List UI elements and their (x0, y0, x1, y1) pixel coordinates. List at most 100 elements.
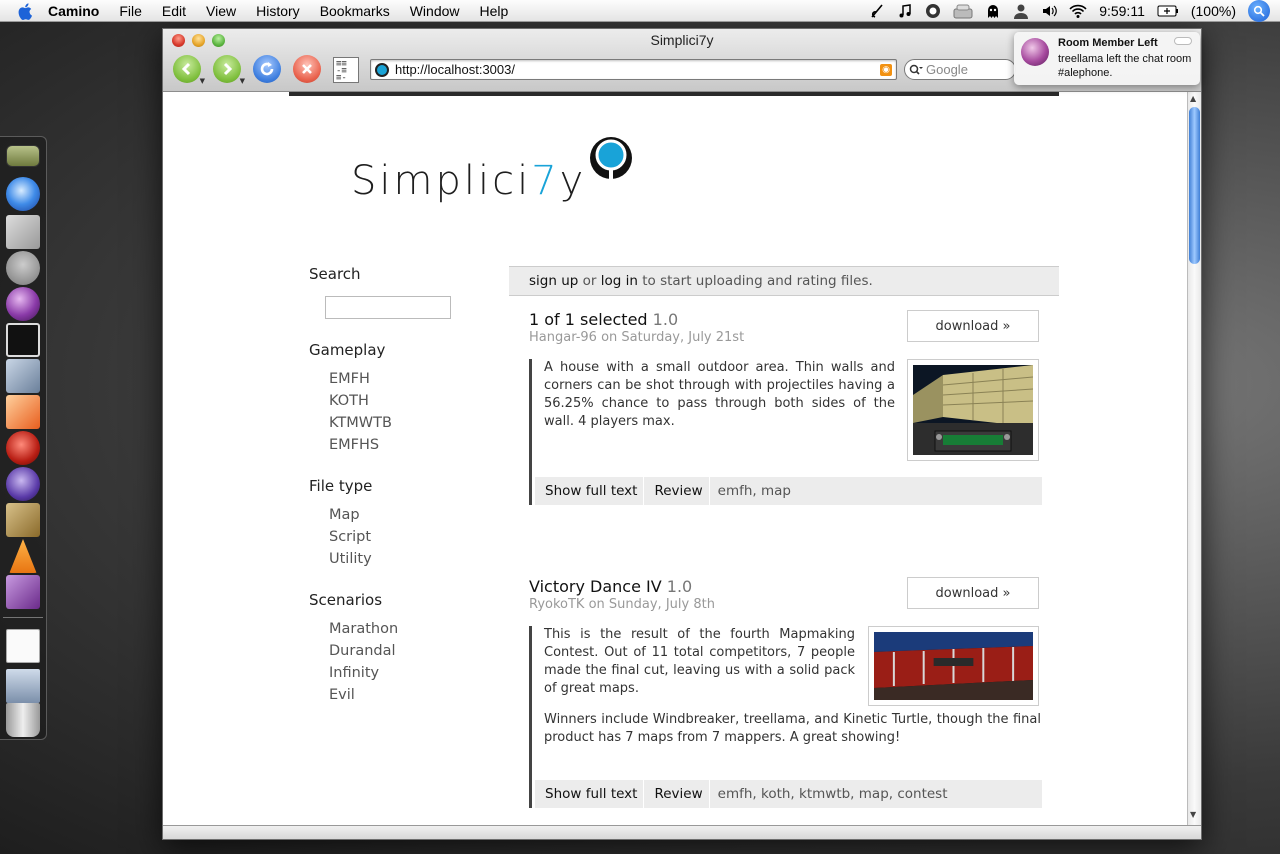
rss-icon[interactable]: ◉ (880, 63, 892, 76)
entry-title-text[interactable]: Victory Dance IV (529, 577, 662, 596)
dropdown-triangle-icon[interactable]: ▼ (240, 77, 245, 85)
url-field[interactable]: http://localhost:3003/ ◉ (370, 59, 897, 80)
drive-icon[interactable] (947, 0, 979, 22)
site-search-input[interactable] (325, 296, 451, 319)
entry-title[interactable]: 1 of 1 selected 1.0 (529, 310, 678, 329)
clock[interactable]: 9:59:11 (1093, 0, 1151, 22)
menu-file[interactable]: File (109, 0, 152, 22)
site-logo[interactable]: Simplici7y (351, 158, 586, 204)
sidebar-item-durandal[interactable]: Durandal (329, 643, 396, 659)
vertical-scrollbar[interactable]: ▲ ▼ (1187, 92, 1201, 825)
entry-title-text[interactable]: 1 of 1 selected (529, 310, 648, 329)
installer-icon[interactable] (6, 215, 40, 249)
menu-help[interactable]: Help (470, 0, 519, 22)
signup-bar: sign up or log in to start uploading and… (509, 266, 1059, 296)
site-favicon-icon (375, 62, 389, 77)
page-content: Simplici7y Search Gameplay EMFH KOTH KTM… (163, 92, 1187, 825)
scroll-down-arrow-icon[interactable]: ▼ (1190, 810, 1196, 819)
scenarios-heading: Scenarios (309, 591, 383, 609)
sidebar-item-infinity[interactable]: Infinity (329, 665, 379, 681)
pages-icon[interactable] (6, 395, 40, 429)
battery-percent[interactable]: (100%) (1185, 0, 1242, 22)
sidebar-item-ktmwtb[interactable]: KTMWTB (329, 415, 392, 431)
menu-window[interactable]: Window (400, 0, 470, 22)
url-text[interactable]: http://localhost:3003/ (395, 62, 880, 77)
scrollbar-thumb[interactable] (1189, 107, 1200, 264)
review-button[interactable]: Review (644, 780, 710, 808)
sidebar-item-script[interactable]: Script (329, 529, 371, 545)
sidebar-item-koth[interactable]: KOTH (329, 393, 369, 409)
osx-icon[interactable] (6, 323, 40, 357)
menu-bar: Camino File Edit View History Bookmarks … (0, 0, 1280, 22)
search-placeholder: Google (926, 62, 968, 77)
search-field[interactable]: Google (904, 59, 1016, 80)
sidebar-item-evil[interactable]: Evil (329, 687, 355, 703)
reload-icon (260, 62, 274, 76)
notification-body: treellama left the chat room #alephone. (1058, 53, 1192, 79)
menu-edit[interactable]: Edit (152, 0, 196, 22)
scroll-up-arrow-icon[interactable]: ▲ (1190, 94, 1196, 103)
entry-thumbnail[interactable] (907, 359, 1039, 461)
menu-history[interactable]: History (246, 0, 310, 22)
logo-text-seven: 7 (531, 158, 560, 204)
app-menu[interactable]: Camino (36, 0, 109, 22)
vlc-icon[interactable] (9, 539, 37, 573)
ruby-icon[interactable] (6, 431, 40, 465)
back-button[interactable]: ▼ (173, 55, 205, 85)
preview-icon[interactable] (6, 359, 40, 393)
login-link[interactable]: log in (601, 273, 638, 289)
dropdown-triangle-icon[interactable]: ▼ (200, 77, 205, 85)
menu-bookmarks[interactable]: Bookmarks (310, 0, 400, 22)
terminal-icon[interactable] (6, 145, 40, 167)
entry-thumbnail[interactable] (868, 626, 1039, 706)
signup-link[interactable]: sign up (529, 273, 578, 289)
volume-icon[interactable] (1035, 0, 1063, 22)
adium-icon[interactable] (6, 287, 40, 321)
download-button[interactable]: download » (907, 310, 1039, 342)
book-icon[interactable] (6, 503, 40, 537)
page-top-border (289, 92, 1059, 96)
ghost-icon[interactable] (979, 0, 1007, 22)
battery-icon[interactable] (1151, 0, 1185, 22)
music-note-icon[interactable] (891, 0, 919, 22)
textmate-icon[interactable] (6, 467, 40, 501)
view-source-icon[interactable]: ≡≡ -≡ ≡- (333, 57, 359, 83)
review-button[interactable]: Review (644, 477, 710, 505)
wifi-icon[interactable] (1063, 0, 1093, 22)
sidebar-item-map[interactable]: Map (329, 507, 360, 523)
show-full-text-button[interactable]: Show full text (535, 780, 645, 808)
reload-button[interactable] (253, 55, 281, 83)
arrow-left-icon (181, 62, 191, 76)
quicksilver-icon[interactable] (919, 0, 947, 22)
entry-body: A house with a small outdoor area. Thin … (529, 359, 1042, 505)
logo-mark-icon (590, 137, 632, 184)
document-icon[interactable] (6, 629, 40, 663)
download-button[interactable]: download » (907, 577, 1039, 609)
user-icon[interactable] (1007, 0, 1035, 22)
show-full-text-button[interactable]: Show full text (535, 477, 645, 505)
entry-version: 1.0 (652, 310, 679, 329)
apple-menu-icon[interactable] (14, 0, 36, 22)
sidebar-item-emfh[interactable]: EMFH (329, 371, 370, 387)
window-thumb-icon[interactable] (6, 669, 40, 703)
entry-tags[interactable]: emfh, koth, ktmwtb, map, contest (710, 786, 948, 802)
entry-tags[interactable]: emfh, map (710, 483, 791, 499)
forward-button[interactable]: ▼ (213, 55, 245, 85)
sidebar-item-marathon[interactable]: Marathon (329, 621, 398, 637)
spotlight-icon[interactable] (1248, 0, 1270, 22)
sidebar-item-utility[interactable]: Utility (329, 551, 372, 567)
trash-icon[interactable] (6, 703, 40, 737)
screenshot-image (874, 632, 1033, 700)
stop-button[interactable] (293, 55, 321, 83)
entry-title[interactable]: Victory Dance IV 1.0 (529, 577, 692, 596)
entry-description: A house with a small outdoor area. Thin … (544, 360, 895, 429)
sidebar-item-emfhs[interactable]: EMFHS (329, 437, 379, 453)
camino-icon[interactable] (6, 177, 40, 211)
notification-close-button[interactable] (1174, 37, 1192, 45)
photo-app-icon[interactable] (6, 575, 40, 609)
entry-meta: Hangar-96 on Saturday, July 21st (529, 330, 745, 345)
script-menu-icon[interactable] (863, 0, 891, 22)
automator-icon[interactable] (6, 251, 40, 285)
growl-notification[interactable]: Room Member Left treellama left the chat… (1014, 32, 1200, 85)
menu-view[interactable]: View (196, 0, 246, 22)
